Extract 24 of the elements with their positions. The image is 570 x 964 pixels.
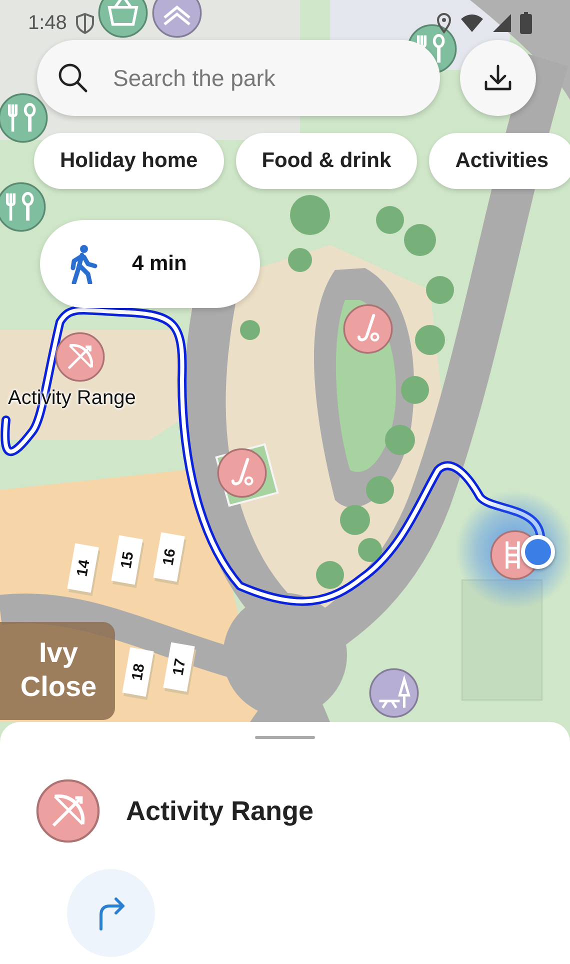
signal-icon bbox=[492, 13, 512, 33]
wifi-icon bbox=[460, 14, 484, 32]
place-title: Activity Range bbox=[126, 796, 314, 826]
walk-time-card[interactable]: 4 min bbox=[40, 220, 260, 308]
walking-person-icon bbox=[68, 244, 98, 284]
golf-club-icon[interactable] bbox=[217, 448, 267, 498]
drag-handle[interactable] bbox=[255, 736, 315, 739]
fork-spoon-icon[interactable] bbox=[0, 182, 46, 232]
search-icon bbox=[57, 62, 89, 94]
walk-time: 4 min bbox=[132, 252, 187, 276]
chevron-icon[interactable] bbox=[152, 0, 202, 38]
basket-icon[interactable] bbox=[98, 0, 148, 38]
shield-icon bbox=[74, 12, 95, 34]
battery-icon bbox=[520, 12, 532, 34]
filter-chip[interactable]: Food & drink bbox=[236, 133, 418, 189]
picnic-table-icon[interactable] bbox=[369, 668, 419, 718]
search-field[interactable]: Search the park bbox=[37, 40, 440, 116]
golf-club-icon[interactable] bbox=[343, 304, 393, 354]
area-label: Ivy Close bbox=[0, 622, 115, 720]
filter-chip[interactable]: Holiday home bbox=[34, 133, 224, 189]
fork-spoon-icon[interactable] bbox=[0, 93, 48, 143]
location-pin-icon bbox=[436, 12, 452, 34]
filter-chip[interactable]: Activities bbox=[429, 133, 570, 189]
status-time: 1:48 bbox=[28, 12, 67, 34]
